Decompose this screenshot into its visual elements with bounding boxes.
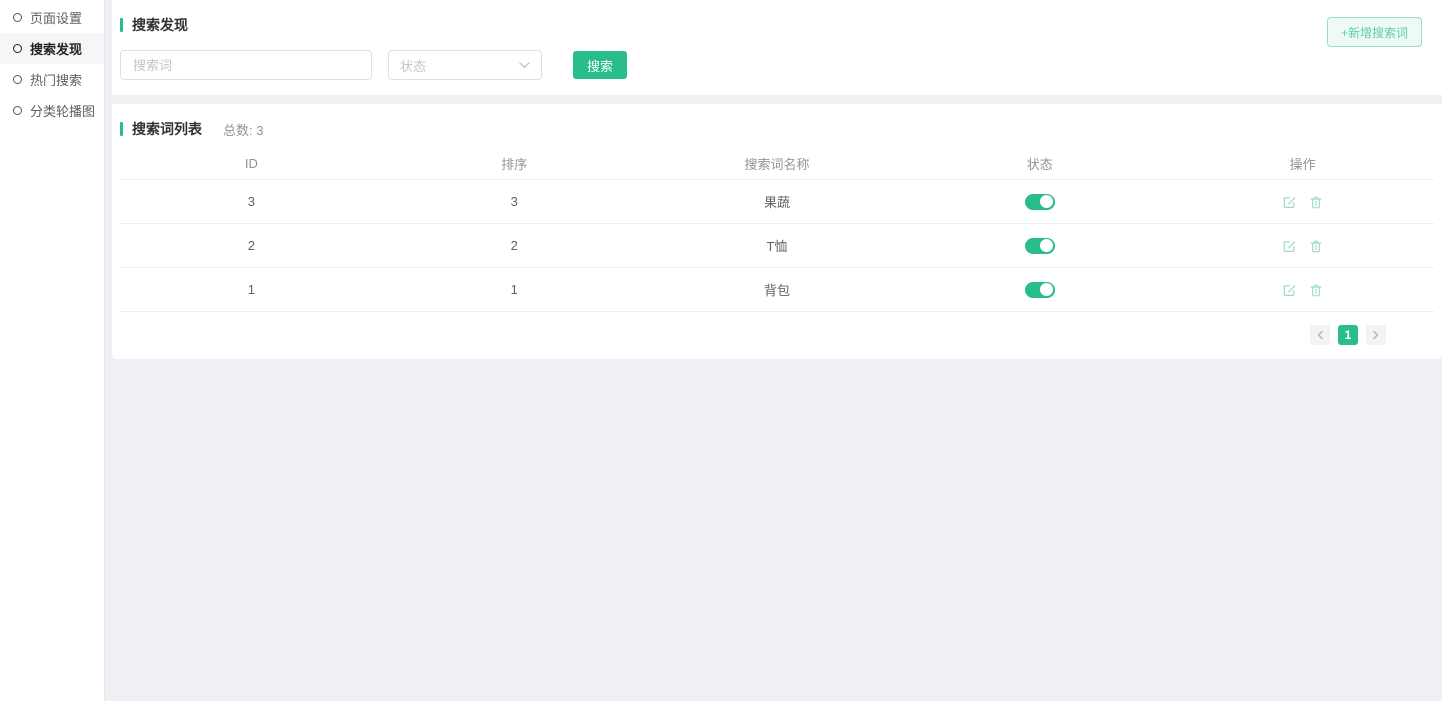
search-button[interactable]: 搜索 bbox=[573, 51, 627, 79]
column-header-name: 搜索词名称 bbox=[646, 154, 909, 173]
sidebar: 页面设置 搜索发现 热门搜索 分类轮播图 bbox=[0, 0, 105, 701]
status-toggle[interactable] bbox=[1025, 238, 1055, 254]
trash-icon bbox=[1309, 195, 1323, 209]
column-header-status: 状态 bbox=[908, 154, 1171, 173]
radio-circle-icon bbox=[13, 75, 22, 84]
total-count: 总数: 3 bbox=[223, 120, 263, 139]
chevron-left-icon bbox=[1316, 330, 1324, 340]
title-accent-bar bbox=[120, 18, 123, 32]
filter-controls: 状态 搜索 bbox=[120, 50, 1422, 80]
radio-circle-icon bbox=[13, 44, 22, 53]
sidebar-item-label: 页面设置 bbox=[30, 8, 82, 27]
chevron-right-icon bbox=[1372, 330, 1380, 340]
trash-icon bbox=[1309, 283, 1323, 297]
cell-id: 1 bbox=[120, 282, 383, 297]
edit-button[interactable] bbox=[1282, 239, 1296, 253]
status-select[interactable]: 状态 bbox=[388, 50, 542, 80]
cell-sort: 2 bbox=[383, 238, 646, 253]
table-row: 2 2 T恤 bbox=[120, 224, 1434, 268]
delete-button[interactable] bbox=[1309, 239, 1323, 253]
chevron-down-icon bbox=[519, 62, 530, 69]
radio-circle-icon bbox=[13, 106, 22, 115]
search-term-table: ID 排序 搜索词名称 状态 操作 3 3 果蔬 bbox=[120, 147, 1434, 312]
table-header-row: ID 排序 搜索词名称 状态 操作 bbox=[120, 147, 1434, 180]
search-panel: 搜索发现 +新增搜索词 状态 搜索 bbox=[112, 0, 1442, 95]
sidebar-item-label: 分类轮播图 bbox=[30, 101, 95, 120]
sidebar-item-search-discovery[interactable]: 搜索发现 bbox=[0, 33, 104, 64]
sidebar-item-page-settings[interactable]: 页面设置 bbox=[0, 2, 104, 33]
column-header-sort: 排序 bbox=[383, 154, 646, 173]
app-root: 页面设置 搜索发现 热门搜索 分类轮播图 搜索发现 +新增搜索词 bbox=[0, 0, 1442, 701]
cell-id: 3 bbox=[120, 194, 383, 209]
column-header-id: ID bbox=[120, 156, 383, 171]
edit-icon bbox=[1282, 239, 1296, 253]
edit-button[interactable] bbox=[1282, 283, 1296, 297]
prev-page-button[interactable] bbox=[1310, 325, 1330, 345]
title-accent-bar bbox=[120, 122, 123, 136]
cell-sort: 1 bbox=[383, 282, 646, 297]
table-row: 3 3 果蔬 bbox=[120, 180, 1434, 224]
search-panel-title: 搜索发现 bbox=[120, 15, 1422, 35]
edit-button[interactable] bbox=[1282, 195, 1296, 209]
status-toggle[interactable] bbox=[1025, 282, 1055, 298]
sidebar-item-label: 热门搜索 bbox=[30, 70, 82, 89]
pagination: 1 bbox=[120, 312, 1434, 359]
cell-sort: 3 bbox=[383, 194, 646, 209]
status-select-placeholder: 状态 bbox=[400, 56, 426, 75]
column-header-actions: 操作 bbox=[1171, 154, 1434, 173]
list-panel-title: 搜索词列表 总数: 3 bbox=[120, 119, 1434, 139]
keyword-input[interactable] bbox=[120, 50, 372, 80]
cell-name: 果蔬 bbox=[646, 192, 909, 211]
cell-id: 2 bbox=[120, 238, 383, 253]
page-title: 搜索发现 bbox=[132, 15, 188, 35]
cell-name: T恤 bbox=[646, 236, 909, 255]
cell-name: 背包 bbox=[646, 280, 909, 299]
sidebar-item-category-carousel[interactable]: 分类轮播图 bbox=[0, 95, 104, 126]
trash-icon bbox=[1309, 239, 1323, 253]
edit-icon bbox=[1282, 195, 1296, 209]
add-search-term-button[interactable]: +新增搜索词 bbox=[1327, 17, 1422, 47]
sidebar-item-label: 搜索发现 bbox=[30, 39, 82, 58]
delete-button[interactable] bbox=[1309, 195, 1323, 209]
edit-icon bbox=[1282, 283, 1296, 297]
list-title: 搜索词列表 bbox=[132, 119, 202, 139]
sidebar-item-hot-search[interactable]: 热门搜索 bbox=[0, 64, 104, 95]
search-term-list-panel: 搜索词列表 总数: 3 ID 排序 搜索词名称 状态 操作 3 3 果蔬 bbox=[112, 104, 1442, 359]
radio-circle-icon bbox=[13, 13, 22, 22]
status-toggle[interactable] bbox=[1025, 194, 1055, 210]
next-page-button[interactable] bbox=[1366, 325, 1386, 345]
table-row: 1 1 背包 bbox=[120, 268, 1434, 312]
page-number-button[interactable]: 1 bbox=[1338, 325, 1358, 345]
delete-button[interactable] bbox=[1309, 283, 1323, 297]
main-content: 搜索发现 +新增搜索词 状态 搜索 搜索词列表 总数: 3 ID bbox=[105, 0, 1442, 701]
